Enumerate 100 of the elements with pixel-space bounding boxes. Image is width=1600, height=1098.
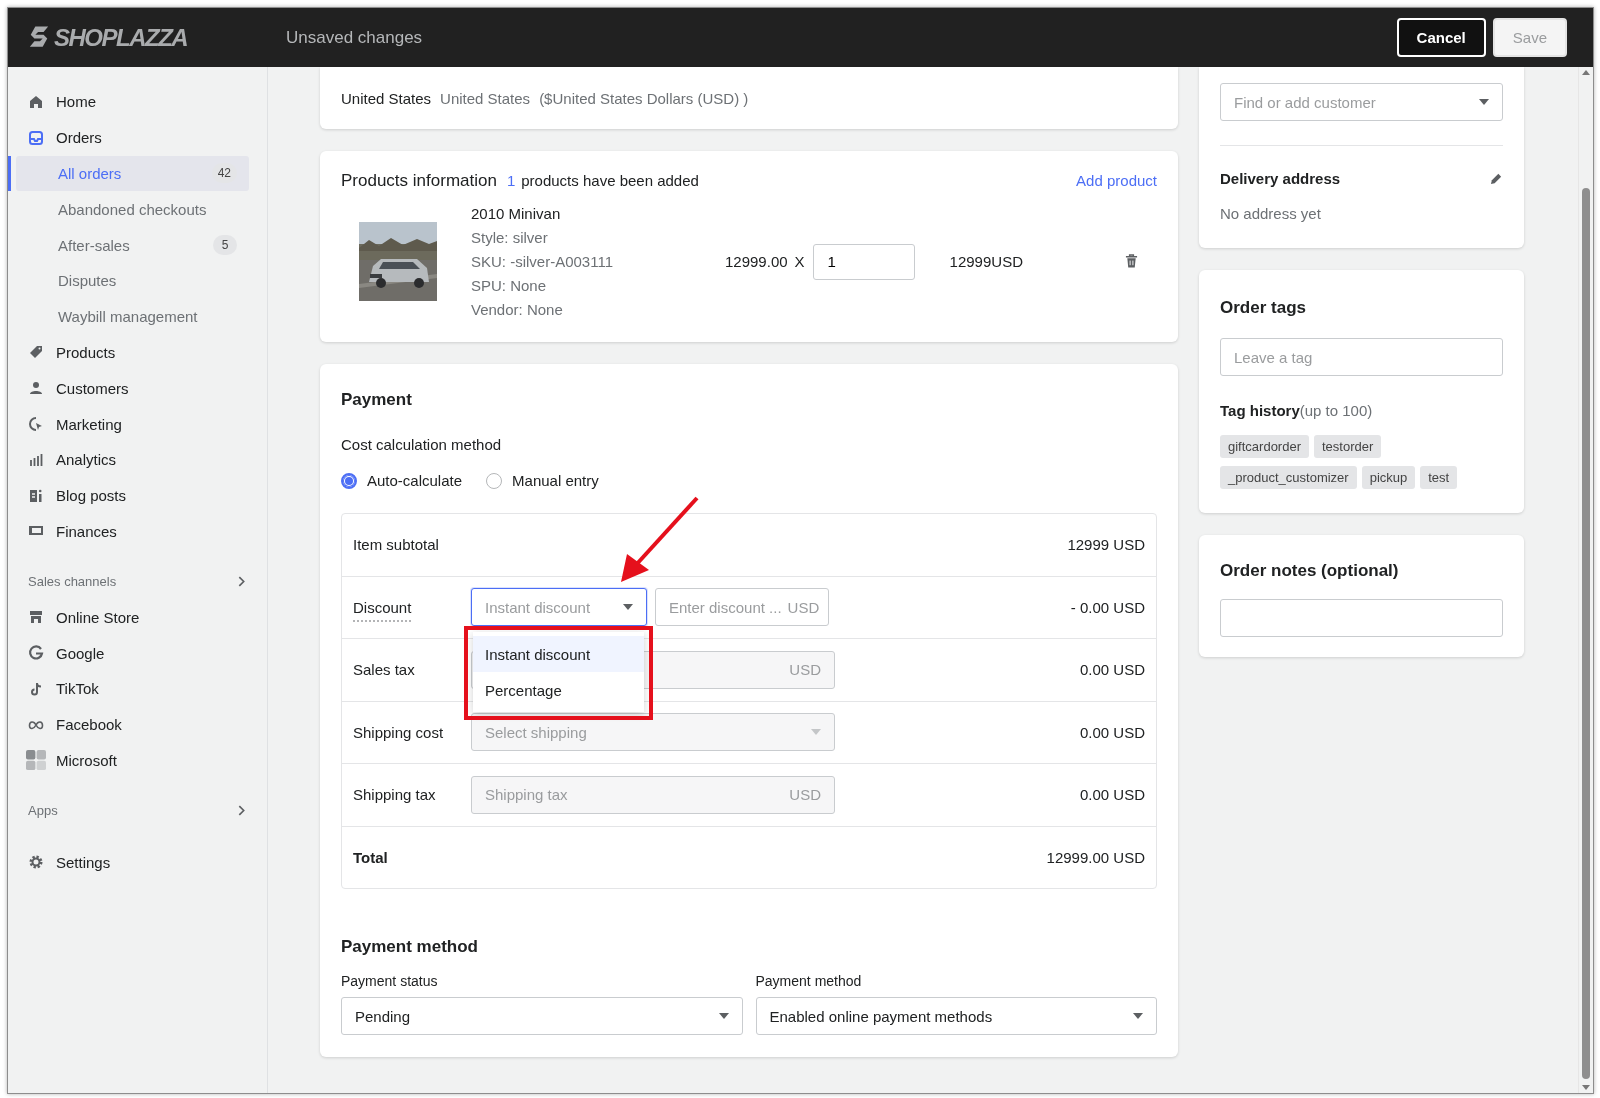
notes-field[interactable] bbox=[1220, 599, 1503, 637]
field-label: Payment status bbox=[341, 973, 439, 989]
row-label: Sales tax bbox=[353, 661, 416, 679]
nav-subitem[interactable]: After-sales 5 bbox=[16, 227, 249, 263]
product-detail: SPU: None bbox=[471, 277, 548, 294]
market-name: United States bbox=[440, 89, 531, 107]
scroll-down-icon[interactable] bbox=[1582, 1085, 1590, 1090]
row-amount: 12999 USD bbox=[1067, 536, 1145, 554]
row-amount: 0.00 USD bbox=[1079, 786, 1145, 804]
row-label: Shipping cost bbox=[353, 723, 445, 741]
logo-text: SHOPLAZZA bbox=[54, 23, 188, 52]
store-icon bbox=[28, 609, 44, 626]
caret-icon bbox=[1133, 1013, 1143, 1019]
bar-chart-icon bbox=[28, 451, 44, 468]
multiply-sign: X bbox=[794, 253, 805, 270]
edit-icon[interactable] bbox=[1490, 172, 1503, 185]
row-amount: 0.00 USD bbox=[1079, 723, 1145, 741]
delivery-title: Delivery address bbox=[1220, 170, 1341, 187]
product-name: 2010 Minivan bbox=[471, 205, 562, 222]
nav-item[interactable]: Microsoft bbox=[8, 742, 267, 779]
quantity-field[interactable]: 1 bbox=[812, 243, 915, 280]
nav-item[interactable]: Analytics bbox=[8, 441, 267, 478]
header-button[interactable]: Cancel bbox=[1396, 18, 1486, 57]
nav-item[interactable]: Products bbox=[8, 334, 267, 371]
product-detail: SKU: -silver-A003111 bbox=[471, 253, 614, 270]
scrollbar[interactable] bbox=[1578, 67, 1593, 1093]
card-title: Products information bbox=[341, 171, 497, 191]
nav-item[interactable]: Marketing bbox=[8, 406, 267, 442]
row-amount: 12999.00 USD bbox=[1046, 848, 1145, 866]
tag-chip[interactable]: pickup bbox=[1361, 466, 1416, 489]
nav-item[interactable]: Customers bbox=[8, 370, 267, 407]
nav-subitem[interactable]: Disputes bbox=[16, 263, 249, 299]
section-header[interactable]: Apps bbox=[28, 793, 245, 829]
home-icon bbox=[28, 93, 44, 110]
settings-icon bbox=[28, 854, 44, 871]
caret-icon bbox=[1479, 99, 1489, 105]
dropdown-option[interactable]: Instant discount bbox=[473, 636, 644, 673]
line-total: 12999USD bbox=[949, 253, 1023, 270]
caret-icon bbox=[718, 1013, 729, 1019]
count-badge: 42 bbox=[211, 163, 237, 184]
field-label: Cost calculation method bbox=[341, 436, 503, 453]
section-title: Payment method bbox=[341, 937, 479, 957]
row-label: Total bbox=[353, 848, 389, 866]
tag-chip[interactable]: _product_customizer bbox=[1220, 466, 1357, 489]
nav-item[interactable]: Orders bbox=[8, 119, 267, 156]
windows-icon bbox=[26, 750, 46, 771]
address-text: No address yet bbox=[1220, 205, 1322, 222]
nav-item[interactable]: Blog posts bbox=[8, 477, 267, 514]
nav-item[interactable]: Google bbox=[8, 635, 267, 671]
section-header[interactable]: Sales channels bbox=[28, 564, 245, 600]
market-currency: ($United States Dollars (USD) ) bbox=[539, 89, 749, 107]
nav-item[interactable]: Online Store bbox=[8, 599, 267, 636]
logo-icon bbox=[28, 25, 50, 50]
inbox-icon bbox=[28, 129, 44, 146]
count-badge: 5 bbox=[213, 235, 237, 256]
dropdown-select[interactable]: Pending bbox=[341, 997, 743, 1035]
row-label: Discount bbox=[353, 598, 413, 616]
add-product-link[interactable]: Add product bbox=[1076, 172, 1157, 189]
field-label: Payment method bbox=[755, 973, 863, 989]
chevron-right-icon bbox=[238, 805, 245, 817]
tag-chip[interactable]: test bbox=[1420, 466, 1458, 489]
person-icon bbox=[28, 380, 44, 397]
tag-chip[interactable]: giftcardorder bbox=[1220, 435, 1309, 458]
radio-option[interactable]: Auto-calculate bbox=[341, 472, 463, 489]
row-amount: - 0.00 USD bbox=[1070, 598, 1145, 616]
card-title: Order tags bbox=[1220, 298, 1307, 318]
row-label: Item subtotal bbox=[353, 536, 440, 554]
row-amount: 0.00 USD bbox=[1079, 661, 1145, 679]
products-count-text: products have been added bbox=[521, 172, 699, 189]
row-label: Shipping tax bbox=[353, 786, 437, 804]
nav-item[interactable]: Finances bbox=[8, 513, 267, 550]
products-count: 1 bbox=[506, 172, 516, 189]
nav-item[interactable]: Facebook bbox=[8, 706, 267, 743]
card-title: Order notes (optional) bbox=[1220, 561, 1400, 581]
market-country: United States bbox=[341, 89, 432, 107]
music-note-icon bbox=[28, 680, 44, 697]
caret-icon bbox=[811, 729, 821, 736]
card-title: Payment bbox=[341, 390, 413, 410]
page-status: Unsaved changes bbox=[286, 27, 423, 48]
nav-item[interactable]: Home bbox=[8, 84, 267, 120]
chevron-right-icon bbox=[238, 576, 245, 588]
unit-price: 12999.00 bbox=[725, 253, 788, 270]
document-icon bbox=[28, 487, 44, 504]
g-logo-icon bbox=[28, 645, 44, 662]
tag-history-note: (up to 100) bbox=[1299, 402, 1373, 419]
tag-history-title: Tag history bbox=[1220, 402, 1300, 419]
nav-subitem[interactable]: Waybill management bbox=[16, 298, 249, 335]
radio-button[interactable] bbox=[341, 472, 357, 489]
dropdown-select[interactable]: Enabled online payment methods bbox=[755, 997, 1157, 1035]
delete-icon[interactable] bbox=[1125, 254, 1138, 269]
caret-icon bbox=[623, 604, 633, 611]
radio-option[interactable]: Manual entry bbox=[486, 472, 599, 489]
cursor-target-icon bbox=[28, 416, 44, 433]
product-detail: Style: silver bbox=[471, 229, 549, 246]
scroll-up-icon[interactable] bbox=[1582, 70, 1590, 75]
nav-item[interactable]: TikTok bbox=[8, 670, 267, 707]
tag-icon bbox=[28, 344, 44, 361]
nav-subitem[interactable]: Abandoned checkouts bbox=[16, 191, 249, 228]
nav-item[interactable]: Settings bbox=[8, 844, 267, 881]
tag-chip[interactable]: testorder bbox=[1314, 435, 1382, 458]
